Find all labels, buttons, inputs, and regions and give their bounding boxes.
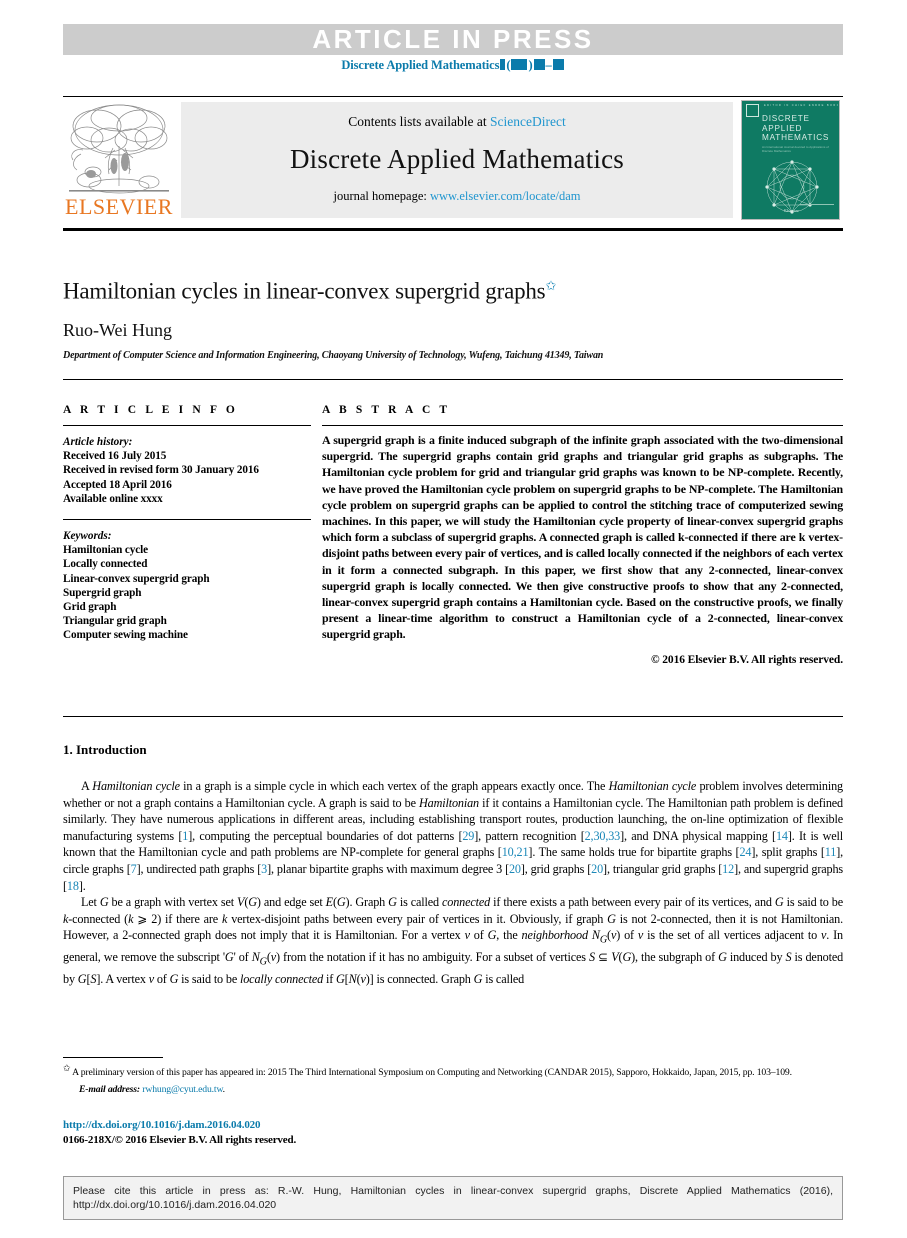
journal-title: Discrete Applied Mathematics: [289, 144, 624, 174]
elsevier-tree-icon: [69, 104, 169, 194]
page-start-placeholder: [533, 59, 545, 70]
cite-this-article-box: Please cite this article in press as: R.…: [63, 1176, 843, 1220]
intro-paragraph-1: A Hamiltonian cycle in a graph is a simp…: [63, 779, 844, 893]
cover-journal-name: DISCRETE APPLIED MATHEMATICS: [762, 114, 829, 143]
masthead-bottom-rule: [63, 228, 843, 231]
abstract-text: A supergrid graph is a finite induced su…: [322, 433, 843, 642]
article-title-text: Hamiltonian cycles in linear-convex supe…: [63, 278, 546, 304]
history-available-online: Available online xxxx: [63, 492, 163, 505]
footnote-marker: ✩: [63, 1063, 71, 1073]
contents-text: Contents lists available at: [348, 114, 487, 129]
author-email-link[interactable]: rwhung@cyut.edu.tw: [142, 1084, 223, 1095]
journal-masthead: ELSEVIER Contents lists available at Sci…: [63, 100, 843, 220]
cover-editor-strip: EDITOR IN CHIEF ENDRE BOROS MANAGING EDI…: [764, 104, 838, 107]
masthead-center-panel: Contents lists available at ScienceDirec…: [181, 102, 733, 218]
article-page: ARTICLE IN PRESS Discrete Applied Mathem…: [0, 0, 907, 1238]
footnote-preliminary-version: ✩ A preliminary version of this paper ha…: [63, 1062, 843, 1080]
abstract-heading: A B S T R A C T: [322, 404, 451, 416]
keyword-item: Locally connected: [63, 558, 148, 571]
volume-placeholder: [500, 59, 506, 70]
cover-publisher-label: Elsevier: [784, 208, 799, 213]
abstract-copyright: © 2016 Elsevier B.V. All rights reserved…: [651, 653, 843, 666]
footnote-rule: [63, 1057, 163, 1058]
article-in-press-banner: ARTICLE IN PRESS: [63, 24, 843, 55]
history-received: Received 16 July 2015: [63, 450, 167, 463]
abstract-rule: [322, 425, 843, 426]
doi-link[interactable]: http://dx.doi.org/10.1016/j.dam.2016.04.…: [63, 1119, 261, 1131]
article-info-section: A R T I C L E I N F O Article history: R…: [63, 404, 311, 643]
keyword-item: Grid graph: [63, 601, 117, 614]
keyword-item: Supergrid graph: [63, 586, 142, 599]
keyword-item: Linear-convex supergrid graph: [63, 572, 210, 585]
homepage-label: journal homepage:: [333, 189, 427, 203]
keywords-block: Keywords: Hamiltonian cycle Locally conn…: [63, 529, 311, 643]
footnote-section: ✩ A preliminary version of this paper ha…: [63, 1062, 843, 1096]
contents-list-line: Contents lists available at ScienceDirec…: [348, 114, 565, 130]
footnote-email-line: E-mail address: rwhung@cyut.edu.tw.: [79, 1083, 225, 1095]
section-heading-introduction: 1. Introduction: [63, 742, 147, 757]
author-affiliation: Department of Computer Science and Infor…: [63, 350, 604, 361]
history-accepted: Accepted 18 April 2016: [63, 478, 172, 491]
sciencedirect-link[interactable]: ScienceDirect: [490, 114, 566, 129]
issn-copyright-line: 0166-218X/© 2016 Elsevier B.V. All right…: [63, 1134, 297, 1146]
author-name: Ruo-Wei Hung: [63, 320, 173, 340]
title-bottom-rule: [63, 379, 843, 380]
running-journal-name: Discrete Applied Mathematics: [341, 58, 500, 72]
page-end-placeholder: [552, 59, 564, 70]
abstract-bottom-rule: [63, 716, 843, 717]
article-info-rule: [63, 425, 311, 426]
article-history-label: Article history:: [63, 436, 133, 448]
cover-title-line-2: APPLIED: [762, 123, 803, 133]
keyword-item: Triangular grid graph: [63, 615, 167, 628]
cover-elsevier-mark-icon: [746, 104, 759, 117]
page-title: Hamiltonian cycles in linear-convex supe…: [63, 278, 843, 305]
cover-title-line-1: DISCRETE: [762, 114, 810, 123]
cover-subtitle: An International Journal devoted to Appl…: [762, 145, 829, 153]
year-placeholder: [511, 59, 528, 70]
article-info-heading: A R T I C L E I N F O: [63, 404, 238, 416]
keywords-divider: [63, 519, 311, 521]
journal-homepage-line: journal homepage: www.elsevier.com/locat…: [333, 189, 580, 204]
elsevier-wordmark: ELSEVIER: [65, 194, 173, 219]
keyword-item: Hamiltonian cycle: [63, 544, 148, 557]
article-in-press-label: ARTICLE IN PRESS: [312, 24, 594, 54]
elsevier-logo: ELSEVIER: [63, 100, 175, 220]
running-citation: Discrete Applied Mathematics() –: [63, 58, 843, 73]
email-label: E-mail address:: [79, 1083, 140, 1095]
journal-cover-thumbnail: EDITOR IN CHIEF ENDRE BOROS MANAGING EDI…: [741, 100, 840, 220]
journal-homepage-link[interactable]: www.elsevier.com/locate/dam: [430, 189, 581, 203]
cover-footer-rule: [800, 204, 834, 205]
keywords-label: Keywords:: [63, 530, 112, 543]
history-revised: Received in revised form 30 January 2016: [63, 464, 259, 477]
masthead-top-rule: [63, 96, 843, 97]
abstract-section: A B S T R A C T A supergrid graph is a f…: [322, 404, 843, 666]
article-history-block: Article history: Received 16 July 2015 R…: [63, 435, 311, 506]
intro-paragraph-2: Let G be a graph with vertex set V(G) an…: [63, 895, 844, 987]
body-content: A Hamiltonian cycle in a graph is a simp…: [63, 778, 843, 988]
keyword-item: Computer sewing machine: [63, 629, 188, 642]
title-footnote-marker: ✩: [545, 278, 557, 293]
footnote-preliminary-text: A preliminary version of this paper has …: [72, 1067, 792, 1079]
cover-title-line-3: MATHEMATICS: [762, 133, 830, 142]
